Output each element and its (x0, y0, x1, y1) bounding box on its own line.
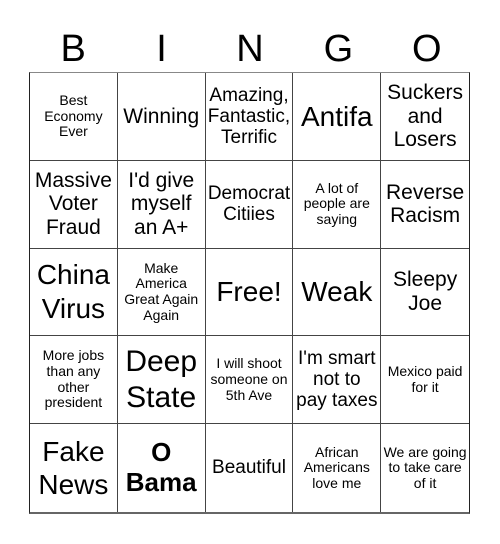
header-letter-o: O (411, 28, 442, 70)
bingo-cell[interactable]: Fake News (30, 424, 118, 512)
bingo-cell[interactable]: A lot of people are saying (293, 160, 382, 249)
header-letter-i: I (156, 28, 167, 70)
bingo-cell[interactable]: We are going to take care of it (381, 424, 469, 512)
bingo-cell[interactable]: Sleepy Joe (381, 249, 469, 337)
header-letter-n: N (236, 28, 264, 70)
header-letter-b: B (60, 28, 86, 70)
bingo-cell[interactable]: Beautiful (206, 424, 294, 512)
bingo-cell[interactable]: Best Economy Ever (30, 73, 118, 161)
bingo-cell[interactable]: I'd give myself an A+ (117, 160, 206, 249)
bingo-cell[interactable]: More jobs than any other president (30, 336, 118, 425)
bingo-cell[interactable]: Democrat Citiies (205, 160, 294, 249)
bingo-cell[interactable]: I will shoot someone on 5th Ave (205, 336, 294, 425)
bingo-cell[interactable]: Mexico paid for it (381, 336, 469, 425)
bingo-cell[interactable]: Antifa (293, 73, 382, 161)
bingo-grid: Best Economy Ever Winning Amazing, Fanta… (29, 72, 470, 514)
bingo-cell[interactable]: Amazing, Fantastic, Terrific (205, 73, 294, 161)
bingo-header: B I N G O (29, 22, 471, 72)
bingo-cell[interactable]: Winning (117, 73, 206, 161)
header-letter-g: G (323, 28, 354, 70)
bingo-cell[interactable]: Make America Great Again Again (117, 248, 206, 337)
bingo-cell[interactable]: Deep State (117, 336, 206, 425)
bingo-cell[interactable]: Suckers and Losers (381, 73, 469, 161)
bingo-cell-free[interactable]: Free! (205, 248, 294, 337)
bingo-cell[interactable]: Weak (293, 248, 382, 337)
bingo-cell[interactable]: O Bama (118, 424, 206, 512)
bingo-cell[interactable]: Massive Voter Fraud (30, 160, 118, 249)
bingo-cell[interactable]: I'm smart not to pay taxes (293, 336, 382, 425)
bingo-cell[interactable]: African Americans love me (293, 424, 382, 512)
bingo-cell[interactable]: China Virus (30, 248, 118, 337)
bingo-cell[interactable]: Reverse Racism (381, 161, 469, 249)
